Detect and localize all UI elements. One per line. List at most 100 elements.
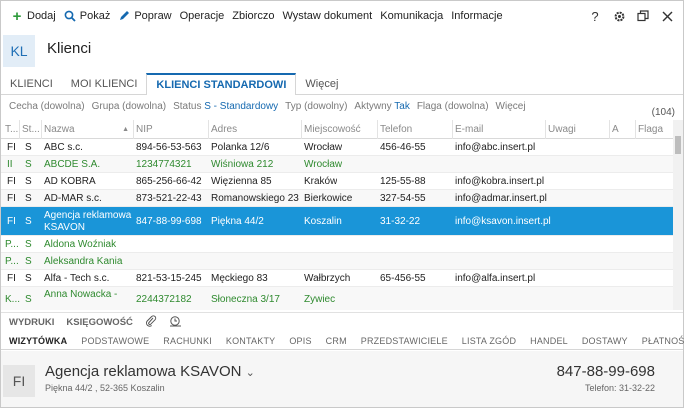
close-icon[interactable] xyxy=(655,1,679,31)
col-typ[interactable]: T... xyxy=(3,120,19,139)
restore-icon[interactable] xyxy=(631,1,655,31)
client-address: Piękna 44/2 , 52-365 Koszalin xyxy=(45,383,165,393)
cell-nip: 865-256-66-42 xyxy=(136,176,202,187)
cell-typ: FI xyxy=(7,142,16,153)
paperclip-icon[interactable] xyxy=(145,315,157,330)
tab-klienci-standardowi[interactable]: KLIENCI STANDARDOWI xyxy=(146,73,297,95)
gear-icon[interactable] xyxy=(607,1,631,31)
cell-city: Bierkowice xyxy=(304,193,353,204)
chevron-down-icon[interactable]: ⌄ xyxy=(246,367,255,379)
sort-asc-icon: ▲ xyxy=(122,126,129,133)
table-row[interactable]: P... S Aldona Woźniak xyxy=(1,236,673,253)
tab-more[interactable]: Więcej xyxy=(296,73,347,94)
cell-email: info@kobra.insert.pl xyxy=(455,176,545,187)
filter-more[interactable]: Więcej xyxy=(496,101,526,112)
help-icon[interactable]: ? xyxy=(583,1,607,31)
add-button[interactable]: + Dodaj xyxy=(7,1,60,31)
col-a[interactable]: A xyxy=(609,120,635,139)
cell-status: S xyxy=(25,239,32,250)
table-row[interactable]: K... S Anna Nowacka - 2244372182 Słonecz… xyxy=(1,287,673,310)
col-uwagi[interactable]: Uwagi xyxy=(545,120,609,139)
col-nip[interactable]: NIP xyxy=(133,120,208,139)
col-miejscowosc[interactable]: Miejscowość xyxy=(301,120,377,139)
tab-handel[interactable]: HANDEL xyxy=(530,336,568,346)
tab-dostawy[interactable]: DOSTAWY xyxy=(582,336,628,346)
business-card-panel: FI Agencja reklamowa KSAVON ⌄ Piękna 44/… xyxy=(1,351,683,407)
show-button[interactable]: Pokaż xyxy=(60,1,115,31)
cell-address: Romanowskiego 23 xyxy=(211,193,299,204)
tab-klienci[interactable]: KLIENCI xyxy=(1,73,62,94)
client-name[interactable]: Agencja reklamowa KSAVON ⌄ xyxy=(45,363,255,380)
fix-button[interactable]: Popraw xyxy=(114,1,175,31)
col-email[interactable]: E-mail xyxy=(452,120,545,139)
table-row[interactable]: FI S AD-MAR s.c. 873-521-22-43 Romanowsk… xyxy=(1,190,673,207)
filter-aktywny[interactable]: Aktywny Tak xyxy=(354,101,409,112)
tab-crm[interactable]: CRM xyxy=(326,336,347,346)
filter-flaga[interactable]: Flaga (dowolna) xyxy=(417,101,489,112)
bottom-toolbar: WYDRUKI KSIĘGOWOŚĆ xyxy=(1,312,683,332)
cell-typ: FI xyxy=(7,176,16,187)
tab-moi-klienci[interactable]: MOI KLIENCI xyxy=(62,73,147,94)
operations-menu[interactable]: Operacje xyxy=(176,1,229,31)
accounting-button[interactable]: KSIĘGOWOŚĆ xyxy=(66,317,133,328)
history-icon[interactable] xyxy=(169,315,182,330)
cell-phone: 125-55-88 xyxy=(380,176,426,187)
filter-status-value: S - Standardowy xyxy=(204,100,279,112)
cell-status: S xyxy=(25,193,32,204)
cell-typ: FI xyxy=(7,273,16,284)
cell-status: S xyxy=(25,256,32,267)
table-row[interactable]: FI S ABC s.c. 894-56-53-563 Polanka 12/6… xyxy=(1,139,673,156)
cell-city: Wrocław xyxy=(304,159,343,170)
filter-aktywny-label: Aktywny xyxy=(354,100,392,112)
communication-menu[interactable]: Komunikacja xyxy=(376,1,447,31)
cell-name: Anna Nowacka - xyxy=(44,289,118,300)
filter-cecha[interactable]: Cecha (dowolna) xyxy=(9,101,85,112)
tab-platnosci[interactable]: PŁATNOŚCI xyxy=(642,336,684,346)
col-nazwa[interactable]: Nazwa ▲ xyxy=(41,120,133,139)
cell-address: Polanka 12/6 xyxy=(211,142,270,153)
cell-address: Więzienna 85 xyxy=(211,176,272,187)
table-row[interactable]: P... S Aleksandra Kania xyxy=(1,253,673,270)
col-flaga[interactable]: Flaga xyxy=(635,120,673,139)
tab-podstawowe[interactable]: PODSTAWOWE xyxy=(81,336,149,346)
detail-tab-strip: WIZYTÓWKA PODSTAWOWE RACHUNKI KONTAKTY O… xyxy=(1,332,684,350)
col-status[interactable]: St... xyxy=(19,120,41,139)
table-row[interactable]: FI S Alfa - Tech s.c. 821-53-15-245 Męck… xyxy=(1,270,673,287)
tab-rachunki[interactable]: RACHUNKI xyxy=(163,336,212,346)
table-row[interactable]: FI S AD KOBRA 865-256-66-42 Więzienna 85… xyxy=(1,173,673,190)
tab-przedstawiciele[interactable]: PRZEDSTAWICIELE xyxy=(361,336,448,346)
module-badge: KL xyxy=(3,35,35,67)
issue-document-menu[interactable]: Wystaw dokument xyxy=(278,1,376,31)
tab-opis[interactable]: OPIS xyxy=(289,336,311,346)
filter-grupa[interactable]: Grupa (dowolna) xyxy=(92,101,166,112)
cell-name: ABCDE S.A. xyxy=(44,159,101,170)
cell-typ: P... xyxy=(5,256,19,267)
client-type-badge: FI xyxy=(3,365,35,397)
info-menu[interactable]: Informacje xyxy=(447,1,506,31)
cell-name: AD KOBRA xyxy=(44,176,96,187)
cell-email: info@ksavon.insert.pl xyxy=(455,216,551,227)
cell-status: S xyxy=(25,159,32,170)
bulk-menu[interactable]: Zbiorczo xyxy=(228,1,278,31)
clients-table: T... St... Nazwa ▲ NIP Adres Miejscowość … xyxy=(1,120,673,310)
tab-lista-zgod[interactable]: LISTA ZGÓD xyxy=(462,336,516,346)
title-area: KL Klienci xyxy=(1,35,683,69)
cell-status: S xyxy=(25,216,32,227)
col-telefon[interactable]: Telefon xyxy=(377,120,452,139)
scrollbar-thumb[interactable] xyxy=(675,136,681,154)
vertical-scrollbar[interactable] xyxy=(673,120,683,310)
cell-phone: 327-54-55 xyxy=(380,193,426,204)
table-row-selected[interactable]: FI S Agencja reklamowa KSAVON 847-88-99-… xyxy=(1,207,673,236)
table-row[interactable]: II S ABCDE S.A. 1234774321 Wiśniowa 212 … xyxy=(1,156,673,173)
search-icon xyxy=(64,10,76,22)
tab-kontakty[interactable]: KONTAKTY xyxy=(226,336,275,346)
cell-name-line2: KSAVON xyxy=(44,222,85,233)
filter-typ[interactable]: Typ (dowolny) xyxy=(285,101,347,112)
tab-wizytowka[interactable]: WIZYTÓWKA xyxy=(9,336,67,346)
col-adres[interactable]: Adres xyxy=(208,120,301,139)
bulk-label: Zbiorczo xyxy=(232,10,275,22)
prints-button[interactable]: WYDRUKI xyxy=(9,317,54,328)
show-label: Pokaż xyxy=(79,10,111,22)
cell-city: Kraków xyxy=(304,176,338,187)
filter-status[interactable]: Status S - Standardowy xyxy=(173,101,278,112)
